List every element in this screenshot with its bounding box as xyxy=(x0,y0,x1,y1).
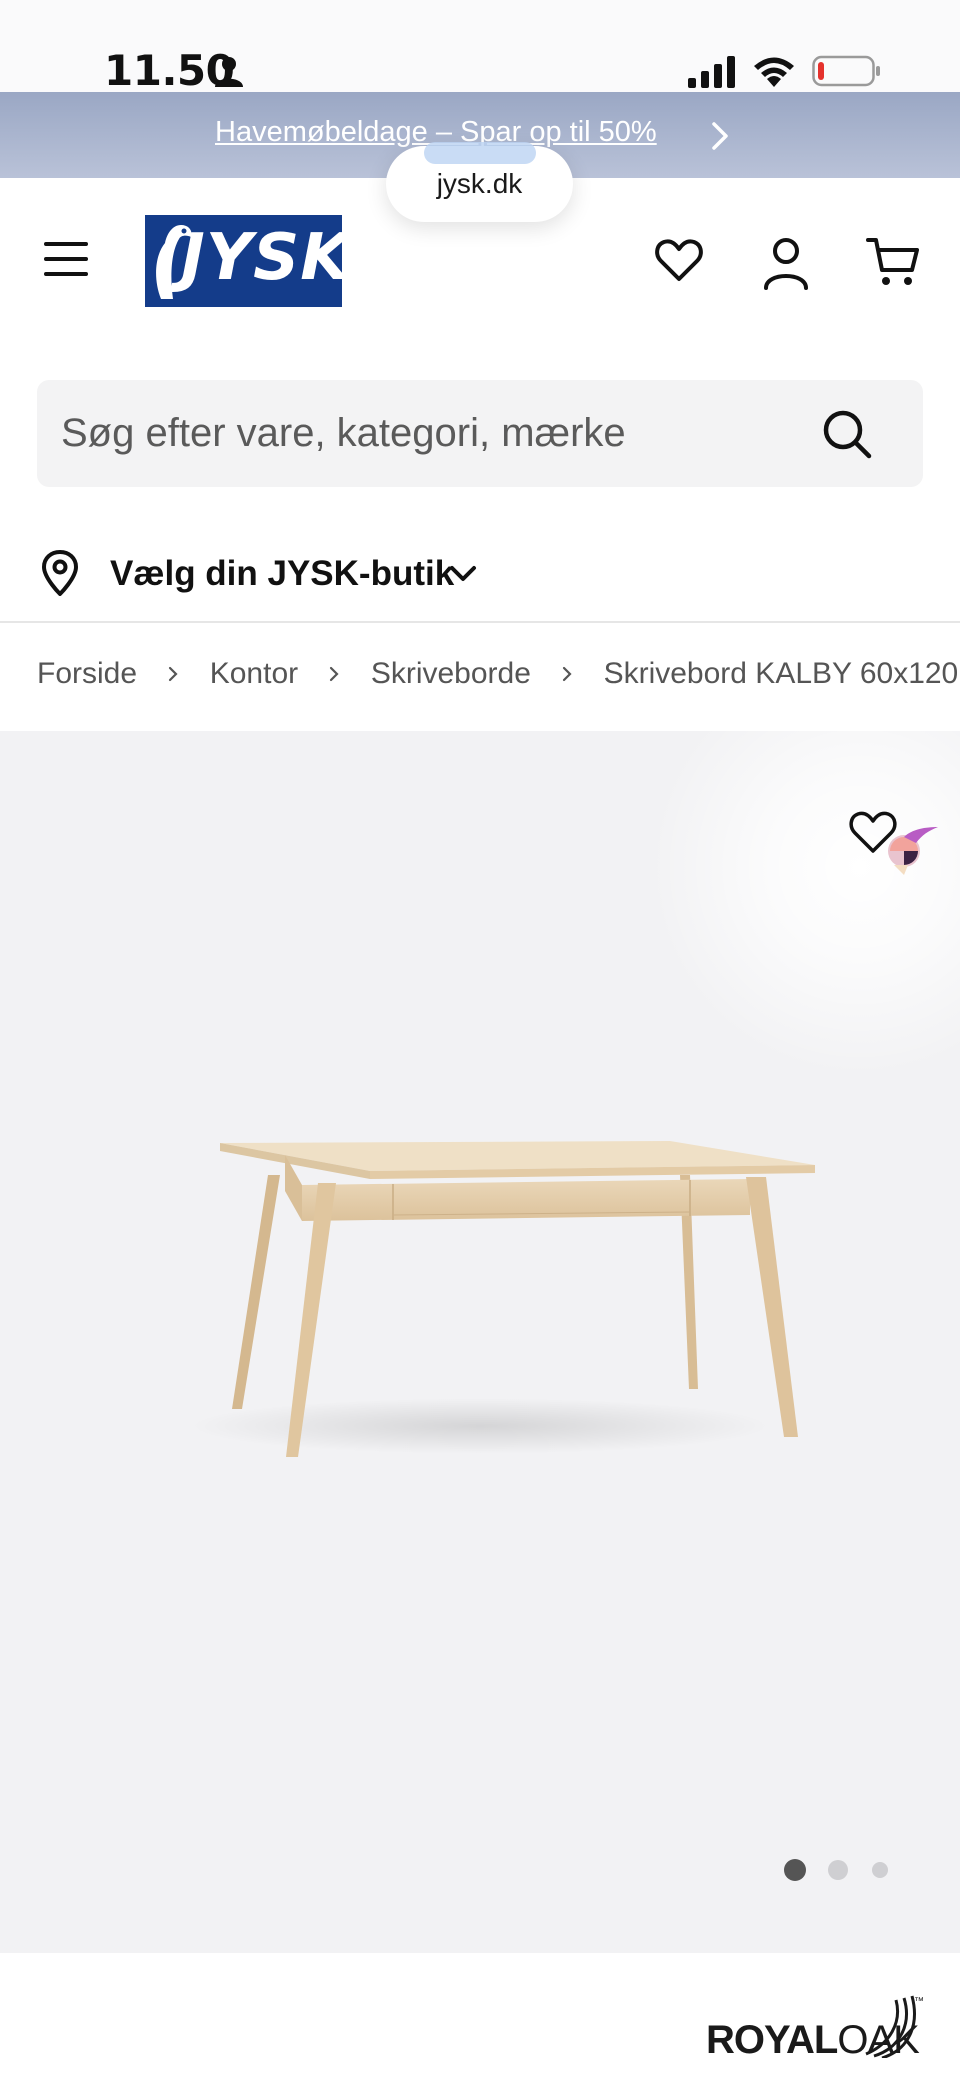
account-icon[interactable] xyxy=(762,236,810,290)
wifi-icon xyxy=(754,57,794,87)
hummingbird-assistant-icon[interactable] xyxy=(882,821,942,877)
breadcrumb-item-forside[interactable]: Forside xyxy=(37,657,137,691)
jysk-logo[interactable]: JYSK xyxy=(145,215,342,307)
chevron-right-icon xyxy=(330,666,340,682)
gallery-highlight xyxy=(640,731,960,1071)
logo-text: JYSK xyxy=(181,221,342,295)
search-input[interactable] xyxy=(61,380,821,487)
chevron-right-icon xyxy=(169,666,178,682)
chevron-right-icon xyxy=(563,666,572,682)
carousel-dot[interactable] xyxy=(872,1862,888,1878)
status-bar: 11.50 xyxy=(0,0,960,95)
product-image-desk[interactable] xyxy=(150,1131,830,1491)
carousel-dot[interactable] xyxy=(784,1859,806,1881)
wishlist-heart-icon[interactable] xyxy=(654,235,704,285)
store-selector-label: Vælg din JYSK-butik xyxy=(110,554,455,593)
header-divider xyxy=(0,621,960,623)
brand-arcs-icon: ™ xyxy=(865,1995,924,2058)
product-gallery[interactable] xyxy=(0,731,960,1953)
cellular-signal-icon xyxy=(688,56,735,88)
chevron-down-icon xyxy=(450,566,476,581)
breadcrumb-item-current: Skrivebord KALBY 60x120 ly xyxy=(603,657,960,691)
trademark-symbol: ™ xyxy=(914,1996,924,2007)
browser-url-pill[interactable]: jysk.dk xyxy=(386,142,573,222)
browser-url: jysk.dk xyxy=(436,168,523,199)
search-icon[interactable] xyxy=(821,408,873,460)
cart-icon[interactable] xyxy=(866,236,920,288)
battery-icon xyxy=(812,55,880,87)
person-icon xyxy=(215,57,243,87)
carousel-dot[interactable] xyxy=(828,1860,848,1880)
image-carousel-dots[interactable] xyxy=(784,1859,904,1881)
store-selector[interactable]: Vælg din JYSK-butik xyxy=(40,546,500,600)
breadcrumb-item-kontor[interactable]: Kontor xyxy=(210,657,298,691)
royal-oak-brand-logo[interactable]: ROYALOAK ™ xyxy=(706,1994,928,2062)
breadcrumb-item-skriveborde[interactable]: Skriveborde xyxy=(371,657,531,691)
chevron-right-icon[interactable] xyxy=(708,120,732,152)
hamburger-menu-icon[interactable] xyxy=(44,240,88,278)
search-bar[interactable] xyxy=(37,380,923,487)
breadcrumb: Forside Kontor Skriveborde Skrivebord KA… xyxy=(37,656,960,700)
brand-name-bold: ROYAL xyxy=(706,2018,838,2062)
location-pin-icon xyxy=(42,550,78,596)
